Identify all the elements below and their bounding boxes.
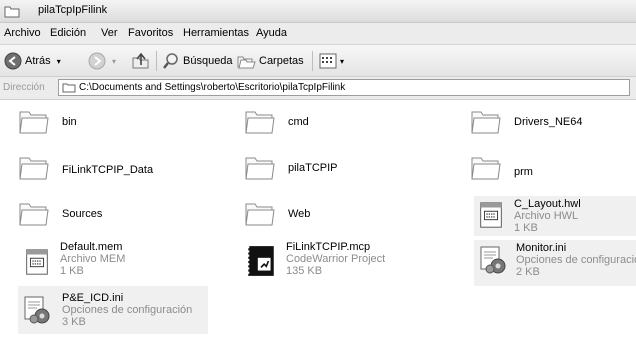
forward-dropdown-icon[interactable]: ▾ bbox=[112, 57, 116, 66]
folder-icon bbox=[244, 198, 276, 230]
folder-item[interactable]: FiLinkTCPIP_Data bbox=[18, 152, 198, 186]
folder-item[interactable]: Sources bbox=[18, 198, 178, 232]
menu-ayuda[interactable]: Ayuda bbox=[256, 27, 287, 39]
back-dropdown-icon[interactable]: ▾ bbox=[57, 57, 61, 66]
item-name: cmd bbox=[288, 116, 309, 128]
folder-item[interactable]: pilaTCPIP bbox=[244, 152, 404, 186]
up-folder-icon bbox=[132, 52, 149, 69]
folder-item[interactable]: cmd bbox=[244, 106, 404, 140]
file-item[interactable]: C_Layout.hwl Archivo HWL 1 KB bbox=[474, 196, 636, 236]
folders-icon bbox=[237, 56, 256, 69]
ini-file-icon bbox=[476, 244, 508, 276]
item-name: bin bbox=[62, 116, 77, 128]
item-type: Archivo MEM bbox=[60, 253, 126, 265]
views-icon bbox=[319, 53, 337, 69]
search-icon bbox=[163, 53, 178, 69]
back-arrow-icon bbox=[4, 52, 22, 70]
item-name: C_Layout.hwl bbox=[514, 198, 581, 210]
folder-icon bbox=[244, 152, 276, 184]
folder-item[interactable]: bin bbox=[18, 106, 178, 140]
folders-button[interactable]: Carpetas bbox=[236, 51, 304, 71]
item-name: P&E_ICD.ini bbox=[62, 292, 124, 304]
back-label: Atrás bbox=[25, 55, 51, 67]
folder-icon bbox=[470, 152, 502, 184]
mem-file-icon bbox=[22, 247, 52, 277]
menu-bar: Archivo Edición Ver Favoritos Herramient… bbox=[0, 23, 636, 45]
item-name: prm bbox=[514, 166, 533, 178]
folder-icon bbox=[18, 152, 50, 184]
item-name: Default.mem bbox=[60, 241, 123, 253]
item-name: Monitor.ini bbox=[516, 242, 567, 254]
folder-icon bbox=[4, 6, 20, 18]
address-bar: Dirección C:\Documents and Settings\robe… bbox=[0, 77, 636, 100]
item-size: 1 KB bbox=[514, 222, 538, 234]
toolbar-separator bbox=[312, 51, 313, 71]
item-type: Opciones de configuración bbox=[62, 304, 193, 316]
item-size: 3 KB bbox=[62, 316, 86, 328]
item-size: 1 KB bbox=[60, 265, 84, 277]
folder-icon bbox=[18, 106, 50, 138]
item-size: 2 KB bbox=[516, 266, 540, 278]
item-type: Opciones de configuración bbox=[516, 254, 636, 266]
item-size: 135 KB bbox=[286, 265, 323, 277]
search-label: Búsqueda bbox=[183, 55, 233, 67]
hwl-file-icon bbox=[476, 200, 506, 230]
folders-label: Carpetas bbox=[259, 55, 304, 67]
menu-favoritos[interactable]: Favoritos bbox=[128, 27, 173, 39]
item-name: Sources bbox=[62, 208, 103, 220]
folder-item[interactable]: prm bbox=[470, 152, 630, 186]
file-item[interactable]: P&E_ICD.ini Opciones de configuración 3 … bbox=[18, 286, 208, 334]
folder-item[interactable]: Drivers_NE64 bbox=[470, 106, 630, 140]
item-type: CodeWarrior Project bbox=[286, 253, 386, 265]
item-type: Archivo HWL bbox=[514, 210, 579, 222]
item-name: Web bbox=[288, 208, 311, 220]
menu-archivo[interactable]: Archivo bbox=[4, 27, 41, 39]
views-dropdown-icon: ▾ bbox=[340, 56, 345, 66]
file-item[interactable]: Monitor.ini Opciones de configuración 2 … bbox=[474, 240, 636, 286]
folder-item[interactable]: Web bbox=[244, 198, 404, 232]
item-name: Drivers_NE64 bbox=[514, 116, 583, 128]
item-name: FiLinkTCPIP_Data bbox=[62, 164, 154, 176]
up-folder-button[interactable] bbox=[131, 51, 151, 71]
toolbar-separator bbox=[156, 51, 157, 71]
title-bar: pilaTcpIpFilink bbox=[0, 0, 636, 23]
address-field[interactable]: C:\Documents and Settings\roberto\Escrit… bbox=[58, 79, 630, 96]
item-name: FiLinkTCPIP.mcp bbox=[286, 241, 371, 253]
folder-icon bbox=[62, 83, 76, 93]
forward-arrow-icon bbox=[88, 52, 106, 70]
codewarrior-project-icon bbox=[244, 243, 278, 279]
folder-icon bbox=[18, 198, 50, 230]
menu-ver[interactable]: Ver bbox=[101, 27, 118, 39]
views-button[interactable]: ▾ bbox=[318, 51, 344, 71]
forward-button[interactable]: ▾ bbox=[88, 51, 116, 71]
menu-herramientas[interactable]: Herramientas bbox=[183, 27, 249, 39]
ini-file-icon bbox=[20, 294, 52, 326]
toolbar: Atrás ▾ ▾ Búsqueda Carpetas ▾ bbox=[0, 45, 636, 77]
folder-icon bbox=[470, 106, 502, 138]
address-path: C:\Documents and Settings\roberto\Escrit… bbox=[79, 82, 346, 93]
item-name: pilaTCPIP bbox=[288, 162, 338, 174]
folder-icon bbox=[244, 106, 276, 138]
search-button[interactable]: Búsqueda bbox=[162, 51, 233, 71]
file-item[interactable]: FiLinkTCPIP.mcp CodeWarrior Project 135 … bbox=[244, 241, 424, 283]
back-button[interactable]: Atrás ▾ bbox=[4, 51, 61, 71]
address-label: Dirección bbox=[3, 82, 45, 93]
menu-edicion[interactable]: Edición bbox=[50, 27, 86, 39]
file-item[interactable]: Default.mem Archivo MEM 1 KB bbox=[20, 241, 200, 283]
window-title: pilaTcpIpFilink bbox=[38, 4, 108, 16]
